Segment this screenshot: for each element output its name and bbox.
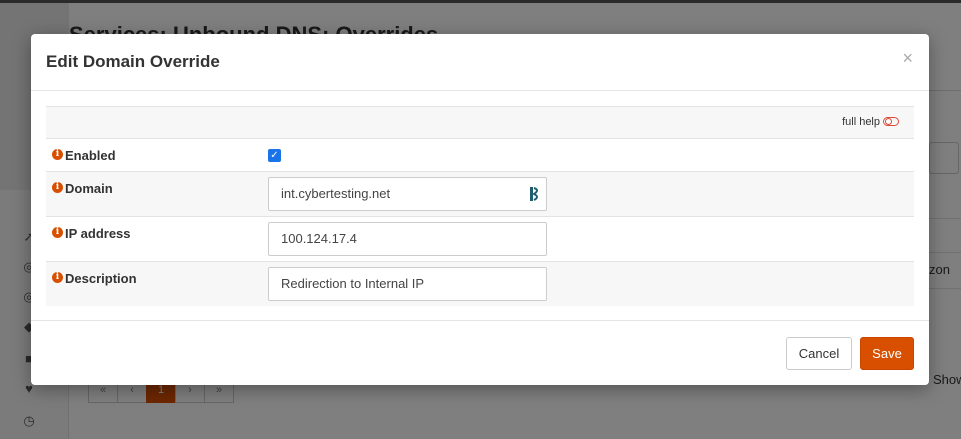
help-row: full help xyxy=(46,106,914,138)
modal-header: Edit Domain Override × xyxy=(31,34,929,91)
enabled-checkbox[interactable]: ✓ xyxy=(268,149,281,162)
ip-address-label: IP address xyxy=(65,226,131,241)
domain-value: int.cybertesting.net xyxy=(281,186,391,201)
password-manager-icon[interactable] xyxy=(530,187,540,201)
cancel-button[interactable]: Cancel xyxy=(786,337,852,370)
description-field[interactable]: Redirection to Internal IP xyxy=(268,267,547,301)
enabled-row: i Enabled ✓ xyxy=(46,138,914,171)
save-button[interactable]: Save xyxy=(860,337,914,370)
domain-label: Domain xyxy=(65,181,113,196)
domain-row: i Domain int.cybertesting.net xyxy=(46,171,914,216)
edit-domain-override-dialog: Edit Domain Override × full help i Enabl… xyxy=(31,34,929,385)
domain-field[interactable]: int.cybertesting.net xyxy=(268,177,547,211)
info-icon[interactable]: i xyxy=(52,272,63,283)
close-icon[interactable]: × xyxy=(902,48,913,69)
full-help-toggle[interactable]: full help xyxy=(842,116,899,128)
toggle-off-icon[interactable] xyxy=(883,116,899,126)
modal-title: Edit Domain Override xyxy=(46,52,220,71)
description-label: Description xyxy=(65,271,137,286)
full-help-label: full help xyxy=(842,116,880,128)
override-form: full help i Enabled ✓ i Domain int.cyber… xyxy=(46,106,914,306)
ip-address-value: 100.124.17.4 xyxy=(281,231,357,246)
ip-address-field[interactable]: 100.124.17.4 xyxy=(268,222,547,256)
modal-footer: Cancel Save xyxy=(31,320,929,385)
info-icon[interactable]: i xyxy=(52,149,63,160)
description-row: i Description Redirection to Internal IP xyxy=(46,261,914,306)
info-icon[interactable]: i xyxy=(52,227,63,238)
description-value: Redirection to Internal IP xyxy=(281,276,425,291)
ip-address-row: i IP address 100.124.17.4 xyxy=(46,216,914,261)
enabled-label: Enabled xyxy=(65,148,116,163)
info-icon[interactable]: i xyxy=(52,182,63,193)
